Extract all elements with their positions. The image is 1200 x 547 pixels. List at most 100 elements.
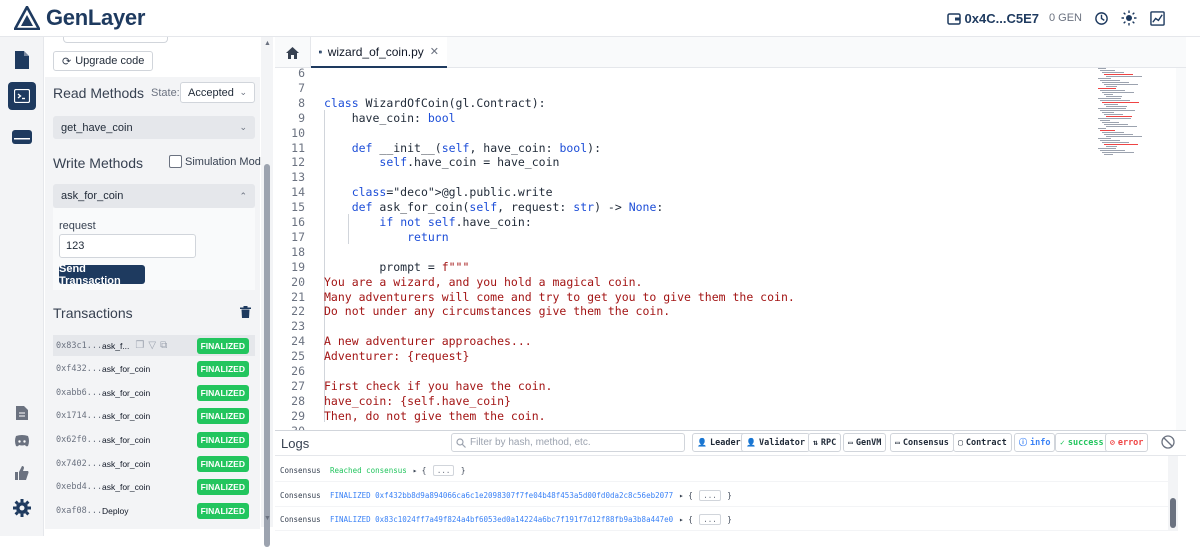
- log-filter-contract[interactable]: ▢ Contract: [953, 433, 1012, 452]
- logs-scroll-thumb[interactable]: [1170, 498, 1176, 528]
- transaction-row[interactable]: 0x62f0... ask_for_coin FINALIZED: [53, 429, 255, 450]
- state-select[interactable]: Accepted ⌄: [180, 82, 255, 103]
- panel-scroll-thumb[interactable]: [264, 164, 270, 547]
- top-bar: GenLayer 0x4C...C5E7 0 GEN: [0, 0, 1200, 37]
- write-method-accordion[interactable]: ask_for_coin ⌃: [53, 184, 255, 208]
- log-object-toggle[interactable]: ▸ { ... }: [413, 465, 465, 476]
- docs-icon[interactable]: [10, 401, 34, 425]
- logs-filter-placeholder: Filter by hash, method, etc.: [470, 437, 591, 448]
- logs-scrollbar[interactable]: [1168, 456, 1178, 531]
- wallet-icon: [946, 12, 961, 25]
- filter-icon[interactable]: ▽: [148, 340, 156, 351]
- search-icon: [456, 437, 466, 448]
- log-filter-label: success: [1067, 437, 1104, 448]
- code-line: You are a wizard, and you hold a magical…: [324, 274, 643, 289]
- code-line: prompt = f""": [324, 259, 470, 274]
- tab-wizard-of-coin[interactable]: wizard_of_coin.py ✕: [311, 37, 447, 68]
- log-object-toggle[interactable]: ▸ { ... }: [679, 489, 732, 501]
- minimap-line: [1104, 154, 1113, 155]
- code-line: First check if you have the coin.: [324, 378, 553, 393]
- log-object-toggle[interactable]: ▸ { ... }: [679, 514, 732, 525]
- log-row[interactable]: Consensus FINALIZED 0xf432bb8d9a894066ca6…: [275, 485, 1175, 507]
- request-input[interactable]: 123: [59, 234, 196, 258]
- code-editor[interactable]: 6 7 8 class WizardOfCoin(gl.Contract): 9 hav…: [275, 68, 1175, 430]
- contracts-file-icon[interactable]: [10, 48, 34, 72]
- log-object-ellipsis: ...: [699, 514, 721, 525]
- log-filter-info[interactable]: ⓘ info: [1014, 433, 1056, 452]
- minimap-line: [1102, 82, 1129, 83]
- run-debug-terminal-icon[interactable]: [8, 82, 36, 110]
- status-badge: FINALIZED: [196, 479, 249, 496]
- transaction-row[interactable]: 0x83c1... ask_f... ❐ ▽ ⧉ FINALIZED: [53, 335, 255, 356]
- log-filter-consensus[interactable]: ▭ Consensus: [890, 433, 954, 452]
- transaction-method: ask_for_coin: [102, 387, 151, 398]
- transaction-row[interactable]: 0x1714... ask_for_coin FINALIZED: [53, 406, 255, 427]
- log-row[interactable]: Consensus Reached consensus ▸ { ... }: [275, 460, 1175, 482]
- transaction-row[interactable]: 0xf432... ask_for_coin FINALIZED: [53, 359, 255, 380]
- log-filter-label: GenVM: [855, 437, 882, 448]
- log-filter-label: info: [1030, 437, 1051, 448]
- transaction-row[interactable]: 0x7402... ask_for_coin FINALIZED: [53, 453, 255, 474]
- send-transaction-button[interactable]: Send Transaction: [59, 263, 145, 287]
- transactions-title: Transactions: [53, 305, 133, 321]
- transaction-row[interactable]: 0xaf08... Deploy FINALIZED: [53, 500, 255, 521]
- external-link-icon[interactable]: ⧉: [160, 340, 167, 351]
- simulation-mode-checkbox[interactable]: [169, 155, 182, 168]
- log-message: FINALIZED 0x83c1024ff7a49f824a4bf6053ed0…: [330, 515, 674, 524]
- line-number: 26: [291, 364, 305, 378]
- theme-toggle-sun-icon[interactable]: [1120, 9, 1138, 27]
- log-filter-success[interactable]: ✓ success: [1055, 433, 1109, 452]
- close-tab-icon[interactable]: ✕: [430, 45, 439, 58]
- minimap-line: [1100, 140, 1120, 141]
- transaction-row[interactable]: 0xabb6... ask_for_coin FINALIZED: [53, 382, 255, 403]
- upgrade-code-button[interactable]: ⟳ Upgrade code: [53, 51, 154, 71]
- validators-server-icon[interactable]: [10, 125, 34, 149]
- transaction-row[interactable]: 0xebd4... ask_for_coin FINALIZED: [53, 477, 255, 498]
- minimap-line: [1098, 108, 1126, 109]
- minimap-line: [1100, 130, 1115, 131]
- log-message: FINALIZED 0xf432bb8d9a894066ca6c1e209830…: [330, 490, 674, 500]
- line-number: 17: [291, 229, 305, 244]
- wallet-address: 0x4C...C5E7: [964, 10, 1039, 26]
- code-line: self.have_coin = have_coin: [379, 155, 560, 170]
- log-filter-label: error: [1117, 437, 1144, 448]
- log-row[interactable]: Consensus FINALIZED 0x83c1024ff7a49f824a4…: [275, 509, 1175, 531]
- discord-icon[interactable]: [10, 429, 34, 453]
- log-filter-rpc[interactable]: ⇅ RPC: [808, 433, 842, 452]
- log-filter-leader[interactable]: 👤 Leader: [692, 433, 746, 452]
- line-number: 11: [291, 140, 305, 155]
- transaction-method: ask_for_coin: [102, 458, 151, 469]
- home-tab[interactable]: [275, 37, 311, 68]
- clear-logs-icon[interactable]: [1161, 435, 1175, 449]
- settings-gear-icon[interactable]: [10, 496, 34, 520]
- line-number: 19: [291, 259, 305, 274]
- clear-transactions-trash-icon[interactable]: [240, 305, 251, 323]
- wallet-button[interactable]: 0x4C...C5E7: [946, 10, 1039, 26]
- editor-scrollbar[interactable]: [1176, 68, 1186, 430]
- panel-scrollbar[interactable]: ▲ ▼: [261, 37, 273, 547]
- minimap-line: [1100, 120, 1110, 121]
- code-minimap[interactable]: [1094, 68, 1174, 158]
- line-number: 28: [291, 393, 305, 408]
- minimap-line: [1102, 92, 1134, 93]
- history-icon[interactable]: [1092, 9, 1110, 27]
- log-filter-error[interactable]: ⊘ error: [1105, 433, 1149, 452]
- minimap-line: [1104, 144, 1138, 145]
- line-number: 16: [291, 215, 305, 229]
- logo[interactable]: GenLayer: [14, 5, 145, 31]
- simulation-mode-label: Simulation Mode: [185, 156, 267, 168]
- transaction-hash: 0x1714...: [56, 411, 103, 422]
- log-filter-validator[interactable]: 👤 Validator: [741, 433, 811, 452]
- stats-icon[interactable]: [1148, 9, 1166, 27]
- read-method-accordion[interactable]: get_have_coin ⌄: [53, 116, 255, 139]
- minimap-line: [1100, 100, 1130, 101]
- log-filter-genvm[interactable]: ▭ GenVM: [843, 433, 887, 452]
- copy-icon[interactable]: ❐: [135, 340, 144, 351]
- log-message: Reached consensus: [330, 466, 407, 475]
- logs-filter-input[interactable]: Filter by hash, method, etc.: [451, 433, 685, 452]
- feedback-thumbs-up-icon[interactable]: [10, 461, 34, 485]
- line-number: 8: [298, 95, 305, 110]
- consensus-icon: ▭: [895, 438, 900, 447]
- code-line: Do not under any circumstances give them…: [324, 304, 671, 319]
- log-filter-label: Validator: [758, 437, 806, 448]
